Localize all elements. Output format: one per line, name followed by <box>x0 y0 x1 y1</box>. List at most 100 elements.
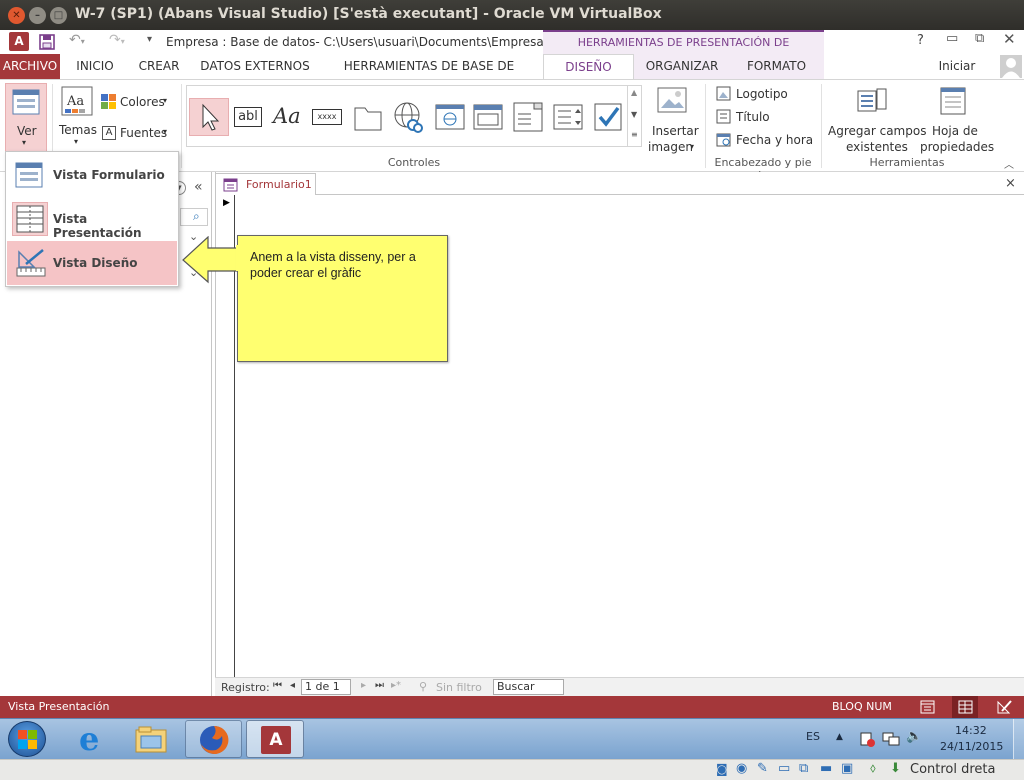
button-control-icon[interactable]: xxxx <box>309 98 345 136</box>
avatar[interactable] <box>1000 55 1022 78</box>
select-pointer-icon[interactable] <box>189 98 229 136</box>
insert-image-label-1: Insertar <box>652 124 699 138</box>
themes-button[interactable]: Aa Temas ▾ <box>58 83 97 153</box>
checkbox-control-icon[interactable] <box>591 98 625 136</box>
add-fields-label-1: Agregar campos <box>828 124 927 138</box>
action-center-icon[interactable] <box>859 731 875 747</box>
menu-item-vista-diseno[interactable]: Vista Diseño <box>7 241 177 285</box>
title-button[interactable]: Título <box>714 108 804 126</box>
optical-drive-icon[interactable]: ◉ <box>736 761 747 776</box>
textbox-control-icon[interactable]: abl <box>231 98 265 136</box>
gallery-more-icon[interactable]: ≡ <box>631 130 638 139</box>
hdd-icon[interactable]: ◙ <box>716 762 728 776</box>
tray-expand-icon[interactable]: ▲ <box>836 732 843 742</box>
tab-herramientas-bd[interactable]: HERRAMIENTAS DE BASE DE DATOS <box>323 54 535 98</box>
colors-button[interactable]: Colores ▾ <box>100 93 176 111</box>
show-desktop-button[interactable] <box>1013 719 1024 759</box>
restore-icon[interactable]: ⧉ <box>975 31 984 46</box>
tab-diseno[interactable]: DISEÑO <box>543 54 634 80</box>
nav-search-input[interactable]: ⌕ <box>180 208 208 226</box>
ribbon-display-icon[interactable]: ▭ <box>946 31 958 46</box>
form-view-switch-icon[interactable] <box>920 700 935 714</box>
scroll-down-icon[interactable]: ▼ <box>631 110 637 119</box>
tab-crear[interactable]: CREAR <box>132 54 186 79</box>
display-icon[interactable]: ▣ <box>841 761 853 776</box>
date-time-button[interactable]: Fecha y hora <box>714 131 814 149</box>
design-view-switch-icon[interactable] <box>996 699 1012 715</box>
network-icon[interactable] <box>882 731 900 747</box>
internet-explorer-icon[interactable]: e <box>72 720 112 758</box>
layout-view-switch[interactable] <box>952 696 978 718</box>
fonts-button[interactable]: A Fuentes ▾ <box>100 124 176 142</box>
collapse-ribbon-icon[interactable]: ︿ <box>1004 156 1014 171</box>
undo-icon[interactable]: ↶▾ <box>69 32 85 48</box>
group-label-herramientas: Herramientas <box>869 156 945 169</box>
view-button[interactable]: Ver ▾ <box>5 83 47 153</box>
language-indicator[interactable]: ES <box>806 730 820 743</box>
tab-control-icon[interactable] <box>351 98 385 136</box>
maximize-window-icon[interactable]: □ <box>50 7 67 24</box>
access-app-icon[interactable]: A <box>9 32 29 51</box>
tab-datos-externos[interactable]: DATOS EXTERNOS <box>196 54 314 79</box>
network-adapter-icon[interactable]: ▭ <box>778 761 790 776</box>
next-record-icon[interactable]: ▸ <box>361 680 366 691</box>
status-view-text: Vista Presentación <box>8 700 110 713</box>
logo-button[interactable]: Logotipo <box>714 85 804 103</box>
shutter-bar-icon[interactable]: « <box>194 179 203 195</box>
clock-time[interactable]: 14:32 <box>955 724 987 737</box>
clock-date[interactable]: 24/11/2015 <box>940 740 1003 753</box>
close-window-icon[interactable]: ✕ <box>8 7 25 24</box>
firefox-taskbar-button[interactable] <box>185 720 242 758</box>
list-box-control-icon[interactable] <box>551 98 585 136</box>
usb-icon[interactable]: ⧉ <box>799 761 808 776</box>
shared-folders-icon[interactable]: ▬ <box>820 761 832 776</box>
tab-inicio[interactable]: INICIO <box>67 54 123 79</box>
add-existing-fields-button[interactable]: Agregar campos existentes <box>826 83 926 154</box>
start-button[interactable] <box>8 721 46 757</box>
close-document-button[interactable]: × <box>1005 176 1016 191</box>
property-sheet-button[interactable]: Hoja de propiedades <box>918 83 994 154</box>
audio-icon[interactable]: ✎ <box>757 761 768 776</box>
menu-item-vista-presentacion[interactable]: Vista Presentación <box>7 197 177 241</box>
sign-in-link[interactable]: Iniciar sesión <box>920 54 994 98</box>
minimize-window-icon[interactable]: – <box>29 7 46 24</box>
property-sheet-label-1: Hoja de <box>932 124 978 138</box>
menu-item-vista-formulario[interactable]: Vista Formulario <box>7 153 177 197</box>
form-view-icon <box>15 162 43 188</box>
gallery-scroll[interactable]: ▲ ▼ ≡ <box>627 86 642 146</box>
tab-formato[interactable]: FORMATO <box>736 54 817 79</box>
help-button[interactable]: ? <box>917 33 924 48</box>
label-control-icon[interactable]: Aa <box>269 98 305 136</box>
last-record-icon[interactable]: ⏭ <box>375 680 384 691</box>
file-explorer-icon[interactable] <box>133 724 171 756</box>
web-browser-control-icon[interactable] <box>433 98 467 136</box>
new-record-icon[interactable]: ▸* <box>391 680 401 691</box>
chevron-down-icon: ▾ <box>74 137 79 146</box>
close-icon[interactable]: ✕ <box>1003 30 1016 48</box>
menu-item-label: Vista Diseño <box>53 256 138 270</box>
date-time-label: Fecha y hora <box>736 133 814 147</box>
tab-archivo[interactable]: ARCHIVO <box>0 54 60 79</box>
redo-icon[interactable]: ↷▾ <box>109 32 125 48</box>
tab-formulario1[interactable]: Formulario1 <box>215 173 316 195</box>
access-taskbar-button[interactable]: A <box>246 720 304 758</box>
mouse-integration-icon[interactable]: ⬨ <box>870 761 876 776</box>
first-record-icon[interactable]: ⏮ <box>273 680 282 691</box>
hyperlink-control-icon[interactable] <box>391 98 425 136</box>
navigation-control-icon[interactable] <box>471 98 505 136</box>
volume-icon[interactable]: 🔈 <box>906 729 922 744</box>
chevron-down-icon: ▾ <box>22 138 27 147</box>
scroll-up-icon[interactable]: ▲ <box>631 88 637 97</box>
filter-status[interactable]: Sin filtro <box>436 681 482 694</box>
document-tab-label: Formulario1 <box>246 178 312 191</box>
tab-organizar[interactable]: ORGANIZAR <box>640 54 724 79</box>
keyboard-capture-icon[interactable]: ⬇ <box>890 761 901 776</box>
record-position-input[interactable]: 1 de 1 <box>301 679 351 695</box>
insert-image-button[interactable]: Insertar imagen ▾ <box>645 83 699 154</box>
search-icon[interactable]: ⌕ <box>193 209 200 224</box>
search-record-input[interactable]: Buscar <box>493 679 564 695</box>
save-icon[interactable] <box>39 34 55 50</box>
customize-qat-icon[interactable]: ▾ <box>147 34 152 45</box>
prev-record-icon[interactable]: ◂ <box>290 680 295 691</box>
combo-box-control-icon[interactable] <box>511 98 545 136</box>
